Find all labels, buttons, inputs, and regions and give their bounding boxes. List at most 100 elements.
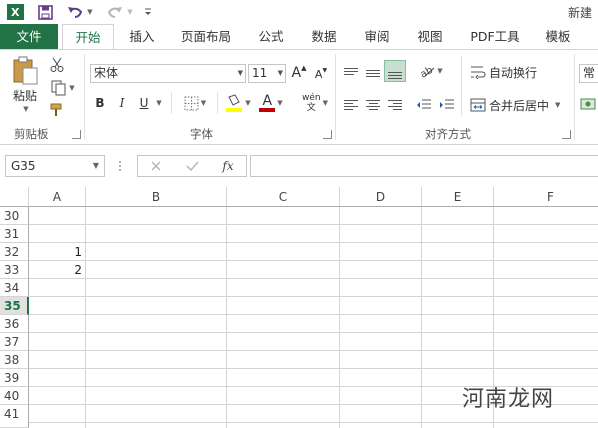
shrink-font-button[interactable]: A ▼ — [313, 64, 329, 84]
cell-a33[interactable]: 2 — [29, 261, 86, 279]
gridline — [29, 224, 598, 225]
redo-icon[interactable] — [106, 3, 124, 21]
format-painter-icon[interactable] — [48, 101, 66, 119]
row-header[interactable]: 33 — [0, 261, 29, 279]
tab-insert[interactable]: 插入 — [122, 24, 162, 49]
gridline — [339, 207, 340, 428]
number-format-combo[interactable]: 常规 — [579, 64, 598, 83]
gridline — [29, 278, 598, 279]
tab-page-layout[interactable]: 页面布局 — [176, 24, 236, 49]
row-header[interactable]: 30 — [0, 207, 29, 225]
clipboard-dialog-launcher-icon[interactable] — [72, 130, 81, 139]
undo-dropdown-icon[interactable]: ▼ — [84, 3, 94, 21]
font-size-value: 11 — [252, 66, 268, 80]
align-middle-button[interactable] — [363, 60, 383, 82]
wrap-text-label: 自动换行 — [489, 65, 538, 80]
accounting-format-icon[interactable] — [580, 95, 598, 113]
redo-dropdown-icon[interactable]: ▼ — [124, 3, 134, 21]
name-box-dropdown-icon[interactable]: ▼ — [93, 156, 99, 176]
insert-function-button[interactable]: fx — [218, 157, 238, 175]
paste-dropdown-icon[interactable]: ▼ — [20, 104, 30, 114]
align-left-button[interactable] — [341, 95, 361, 115]
merge-center-button[interactable]: 合并后居中 ▼ — [470, 95, 568, 115]
gridline — [421, 207, 422, 428]
tab-review[interactable]: 审阅 — [357, 24, 397, 49]
font-name-dropdown-icon[interactable]: ▼ — [238, 65, 243, 82]
align-bottom-button[interactable] — [384, 60, 406, 82]
row-header-selected[interactable]: 35 — [0, 297, 29, 315]
formula-bar-grip-icon[interactable] — [118, 159, 124, 173]
column-header-a[interactable]: A — [29, 187, 86, 207]
tab-templates[interactable]: 模板 — [538, 24, 578, 49]
shrink-font-icon: A — [314, 67, 323, 81]
row-header[interactable]: 40 — [0, 387, 29, 405]
column-header-b[interactable]: B — [86, 187, 227, 207]
font-size-dropdown-icon[interactable]: ▼ — [278, 65, 283, 82]
tab-pdf-tools[interactable]: PDF工具 — [464, 24, 526, 49]
row-header[interactable]: 37 — [0, 333, 29, 351]
cut-icon[interactable] — [48, 56, 66, 74]
row-header[interactable]: 32 — [0, 243, 29, 261]
cancel-icon[interactable] — [148, 158, 164, 174]
gridline — [29, 296, 598, 297]
select-all-corner[interactable] — [0, 187, 29, 207]
bold-button[interactable]: B — [93, 94, 107, 112]
align-right-icon — [388, 98, 402, 112]
enter-check-icon[interactable] — [184, 158, 200, 174]
paste-button[interactable]: 粘贴 — [8, 88, 42, 103]
column-header-f[interactable]: F — [494, 187, 598, 207]
name-box[interactable]: G35 ▼ — [5, 155, 105, 177]
align-top-button[interactable] — [341, 60, 361, 82]
copy-icon[interactable]: ▼ — [48, 79, 78, 97]
excel-logo-icon: X — [6, 3, 24, 21]
separator — [461, 56, 462, 116]
column-header-c[interactable]: C — [227, 187, 340, 207]
align-right-button[interactable] — [385, 95, 405, 115]
row-header[interactable]: 38 — [0, 351, 29, 369]
customize-toolbar-icon[interactable] — [142, 3, 154, 21]
gridline — [29, 314, 598, 315]
orientation-icon: ab — [419, 65, 435, 78]
row-header[interactable]: 31 — [0, 225, 29, 243]
font-name-combo[interactable]: 宋体 ▼ — [90, 64, 246, 83]
decrease-indent-icon[interactable] — [414, 95, 434, 115]
tab-view[interactable]: 视图 — [410, 24, 450, 49]
font-size-combo[interactable]: 11 ▼ — [248, 64, 286, 83]
alignment-dialog-launcher-icon[interactable] — [562, 130, 571, 139]
name-box-value: G35 — [11, 159, 36, 173]
font-dialog-launcher-icon[interactable] — [323, 130, 332, 139]
font-name-value: 宋体 — [94, 66, 119, 80]
font-color-button[interactable]: A ▼ — [255, 92, 287, 114]
underline-dropdown-icon[interactable]: ▼ — [153, 94, 163, 112]
separator — [217, 92, 218, 114]
fill-color-button[interactable]: ▼ — [222, 92, 254, 114]
paste-clipboard-icon[interactable] — [8, 56, 42, 86]
row-header[interactable]: 34 — [0, 279, 29, 297]
orientation-button[interactable]: ab ▼ — [416, 60, 446, 82]
italic-button[interactable]: I — [115, 94, 129, 112]
phonetic-guide-button[interactable]: wén 文 ▼ — [298, 92, 332, 114]
undo-icon[interactable] — [66, 3, 84, 21]
svg-text:ab: ab — [419, 65, 435, 78]
borders-button[interactable]: ▼ — [178, 94, 212, 112]
cell-a32[interactable]: 1 — [29, 243, 86, 261]
column-header-e[interactable]: E — [422, 187, 494, 207]
fill-color-icon — [226, 94, 243, 112]
formula-input[interactable] — [250, 155, 598, 177]
tab-formulas[interactable]: 公式 — [251, 24, 291, 49]
column-header-d[interactable]: D — [340, 187, 422, 207]
row-header[interactable]: 41 — [0, 405, 29, 428]
grow-font-button[interactable]: A ▲ — [291, 62, 307, 84]
gridline — [85, 207, 86, 428]
tab-data[interactable]: 数据 — [304, 24, 344, 49]
wrap-text-button[interactable]: 自动换行 — [470, 62, 542, 82]
row-header[interactable]: 39 — [0, 369, 29, 387]
gridline — [29, 242, 598, 243]
align-center-button[interactable] — [363, 95, 383, 115]
row-header[interactable]: 36 — [0, 315, 29, 333]
underline-button[interactable]: U — [137, 94, 151, 112]
tab-file[interactable]: 文件 — [0, 24, 58, 49]
save-icon[interactable] — [36, 3, 54, 21]
tab-home[interactable]: 开始 — [62, 24, 114, 49]
increase-indent-icon[interactable] — [437, 95, 457, 115]
